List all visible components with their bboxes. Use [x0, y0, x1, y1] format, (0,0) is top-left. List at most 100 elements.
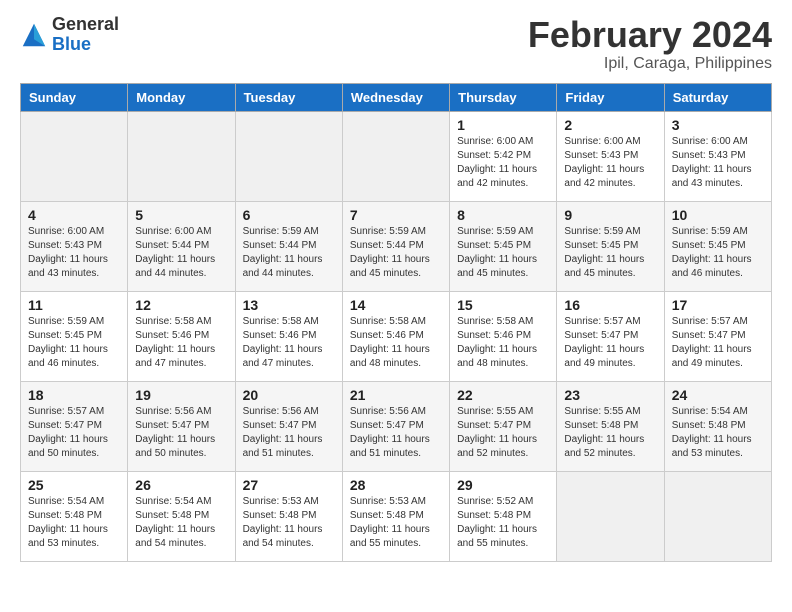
- day-info: Sunrise: 6:00 AM Sunset: 5:43 PM Dayligh…: [28, 225, 120, 281]
- logo: General Blue: [20, 15, 119, 55]
- day-of-week-saturday: Saturday: [664, 83, 771, 111]
- day-number: 2: [564, 117, 656, 133]
- day-of-week-thursday: Thursday: [450, 83, 557, 111]
- week-row-3: 11 Sunrise: 5:59 AM Sunset: 5:45 PM Dayli…: [21, 291, 772, 381]
- day-number: 4: [28, 207, 120, 223]
- day-number: 29: [457, 477, 549, 493]
- day-info: Sunrise: 5:52 AM Sunset: 5:48 PM Dayligh…: [457, 495, 549, 551]
- day-info: Sunrise: 5:57 AM Sunset: 5:47 PM Dayligh…: [672, 315, 764, 371]
- day-info: Sunrise: 5:55 AM Sunset: 5:47 PM Dayligh…: [457, 405, 549, 461]
- calendar-cell: [342, 111, 449, 201]
- calendar-cell: 3 Sunrise: 6:00 AM Sunset: 5:43 PM Daylig…: [664, 111, 771, 201]
- day-info: Sunrise: 5:53 AM Sunset: 5:48 PM Dayligh…: [350, 495, 442, 551]
- day-number: 9: [564, 207, 656, 223]
- day-info: Sunrise: 6:00 AM Sunset: 5:43 PM Dayligh…: [672, 135, 764, 191]
- day-number: 27: [243, 477, 335, 493]
- day-number: 17: [672, 297, 764, 313]
- day-number: 3: [672, 117, 764, 133]
- day-info: Sunrise: 5:55 AM Sunset: 5:48 PM Dayligh…: [564, 405, 656, 461]
- calendar-cell: 29 Sunrise: 5:52 AM Sunset: 5:48 PM Dayli…: [450, 471, 557, 561]
- calendar-cell: 5Sunrise: 6:00 AM Sunset: 5:44 PM Daylig…: [128, 201, 235, 291]
- calendar-cell: 18 Sunrise: 5:57 AM Sunset: 5:47 PM Dayli…: [21, 381, 128, 471]
- day-number: 24: [672, 387, 764, 403]
- day-number: 14: [350, 297, 442, 313]
- day-of-week-wednesday: Wednesday: [342, 83, 449, 111]
- day-of-week-friday: Friday: [557, 83, 664, 111]
- day-number: 26: [135, 477, 227, 493]
- calendar-cell: 13Sunrise: 5:58 AM Sunset: 5:46 PM Dayli…: [235, 291, 342, 381]
- title-section: February 2024 Ipil, Caraga, Philippines: [528, 15, 772, 73]
- calendar-cell: 26 Sunrise: 5:54 AM Sunset: 5:48 PM Dayli…: [128, 471, 235, 561]
- calendar-cell: 19 Sunrise: 5:56 AM Sunset: 5:47 PM Dayli…: [128, 381, 235, 471]
- calendar-cell: 12 Sunrise: 5:58 AM Sunset: 5:46 PM Dayli…: [128, 291, 235, 381]
- day-info: Sunrise: 5:59 AM Sunset: 5:45 PM Dayligh…: [564, 225, 656, 281]
- day-info: Sunrise: 5:58 AM Sunset: 5:46 PM Dayligh…: [350, 315, 442, 371]
- day-of-week-monday: Monday: [128, 83, 235, 111]
- calendar-cell: 21 Sunrise: 5:56 AM Sunset: 5:47 PM Dayli…: [342, 381, 449, 471]
- calendar-cell: 17 Sunrise: 5:57 AM Sunset: 5:47 PM Dayli…: [664, 291, 771, 381]
- day-info: Sunrise: 5:59 AM Sunset: 5:45 PM Dayligh…: [28, 315, 120, 371]
- day-number: 13: [243, 297, 335, 313]
- logo-text: General Blue: [52, 15, 119, 55]
- day-number: 15: [457, 297, 549, 313]
- day-info: Sunrise: 5:59 AM Sunset: 5:44 PM Dayligh…: [350, 225, 442, 281]
- calendar-cell: 16Sunrise: 5:57 AM Sunset: 5:47 PM Dayli…: [557, 291, 664, 381]
- day-number: 8: [457, 207, 549, 223]
- calendar-cell: [21, 111, 128, 201]
- day-of-week-sunday: Sunday: [21, 83, 128, 111]
- logo-icon: [20, 21, 48, 49]
- header: General Blue February 2024 Ipil, Caraga,…: [20, 15, 772, 73]
- day-info: Sunrise: 5:58 AM Sunset: 5:46 PM Dayligh…: [135, 315, 227, 371]
- day-number: 12: [135, 297, 227, 313]
- day-number: 21: [350, 387, 442, 403]
- day-info: Sunrise: 5:54 AM Sunset: 5:48 PM Dayligh…: [28, 495, 120, 551]
- calendar-cell: 4 Sunrise: 6:00 AM Sunset: 5:43 PM Daylig…: [21, 201, 128, 291]
- calendar-cell: 20Sunrise: 5:56 AM Sunset: 5:47 PM Dayli…: [235, 381, 342, 471]
- calendar-header-row: SundayMondayTuesdayWednesdayThursdayFrid…: [21, 83, 772, 111]
- day-info: Sunrise: 5:56 AM Sunset: 5:47 PM Dayligh…: [350, 405, 442, 461]
- day-info: Sunrise: 6:00 AM Sunset: 5:42 PM Dayligh…: [457, 135, 549, 191]
- day-info: Sunrise: 5:59 AM Sunset: 5:44 PM Dayligh…: [243, 225, 335, 281]
- day-number: 10: [672, 207, 764, 223]
- day-number: 23: [564, 387, 656, 403]
- calendar-cell: 25Sunrise: 5:54 AM Sunset: 5:48 PM Dayli…: [21, 471, 128, 561]
- day-info: Sunrise: 5:53 AM Sunset: 5:48 PM Dayligh…: [243, 495, 335, 551]
- calendar-cell: 27 Sunrise: 5:53 AM Sunset: 5:48 PM Dayli…: [235, 471, 342, 561]
- day-info: Sunrise: 5:56 AM Sunset: 5:47 PM Dayligh…: [243, 405, 335, 461]
- calendar-cell: [235, 111, 342, 201]
- week-row-5: 25Sunrise: 5:54 AM Sunset: 5:48 PM Dayli…: [21, 471, 772, 561]
- day-info: Sunrise: 5:59 AM Sunset: 5:45 PM Dayligh…: [672, 225, 764, 281]
- day-number: 28: [350, 477, 442, 493]
- day-number: 1: [457, 117, 549, 133]
- calendar-cell: [557, 471, 664, 561]
- calendar-cell: 10 Sunrise: 5:59 AM Sunset: 5:45 PM Dayli…: [664, 201, 771, 291]
- calendar-cell: [128, 111, 235, 201]
- calendar-cell: 22 Sunrise: 5:55 AM Sunset: 5:47 PM Dayli…: [450, 381, 557, 471]
- calendar-table: SundayMondayTuesdayWednesdayThursdayFrid…: [20, 83, 772, 562]
- month-title: February 2024: [528, 15, 772, 55]
- calendar-cell: 24Sunrise: 5:54 AM Sunset: 5:48 PM Dayli…: [664, 381, 771, 471]
- calendar-cell: 14 Sunrise: 5:58 AM Sunset: 5:46 PM Dayli…: [342, 291, 449, 381]
- day-info: Sunrise: 5:57 AM Sunset: 5:47 PM Dayligh…: [28, 405, 120, 461]
- day-number: 5: [135, 207, 227, 223]
- week-row-1: 1 Sunrise: 6:00 AM Sunset: 5:42 PM Daylig…: [21, 111, 772, 201]
- day-number: 16: [564, 297, 656, 313]
- calendar-cell: 23 Sunrise: 5:55 AM Sunset: 5:48 PM Dayli…: [557, 381, 664, 471]
- day-number: 7: [350, 207, 442, 223]
- day-info: Sunrise: 5:59 AM Sunset: 5:45 PM Dayligh…: [457, 225, 549, 281]
- day-number: 11: [28, 297, 120, 313]
- day-of-week-tuesday: Tuesday: [235, 83, 342, 111]
- week-row-4: 18 Sunrise: 5:57 AM Sunset: 5:47 PM Dayli…: [21, 381, 772, 471]
- day-info: Sunrise: 6:00 AM Sunset: 5:43 PM Dayligh…: [564, 135, 656, 191]
- day-info: Sunrise: 5:56 AM Sunset: 5:47 PM Dayligh…: [135, 405, 227, 461]
- day-number: 18: [28, 387, 120, 403]
- week-row-2: 4 Sunrise: 6:00 AM Sunset: 5:43 PM Daylig…: [21, 201, 772, 291]
- day-number: 22: [457, 387, 549, 403]
- day-number: 19: [135, 387, 227, 403]
- day-number: 6: [243, 207, 335, 223]
- calendar-cell: 15Sunrise: 5:58 AM Sunset: 5:46 PM Dayli…: [450, 291, 557, 381]
- day-info: Sunrise: 5:54 AM Sunset: 5:48 PM Dayligh…: [135, 495, 227, 551]
- calendar-cell: [664, 471, 771, 561]
- calendar-cell: 7 Sunrise: 5:59 AM Sunset: 5:44 PM Daylig…: [342, 201, 449, 291]
- calendar-cell: 9 Sunrise: 5:59 AM Sunset: 5:45 PM Daylig…: [557, 201, 664, 291]
